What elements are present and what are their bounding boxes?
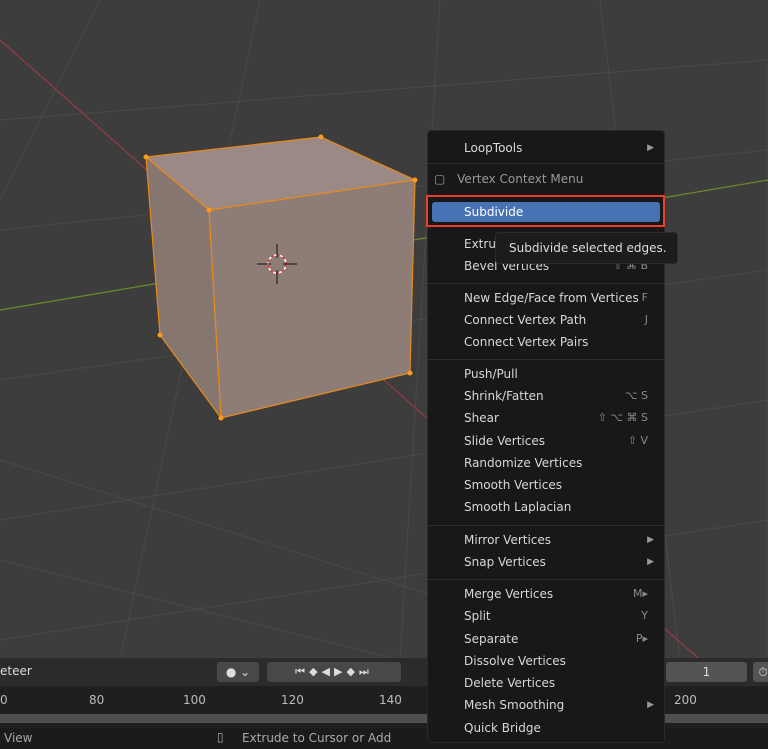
vertex-menu-icon: ▢ [434,172,450,186]
shortcut-hint: ⇧ ⌥ ⌘ S [597,411,648,424]
menu-item-label: Shrink/Fatten [464,389,544,403]
shortcut-hint: P▸ [635,632,648,645]
menu-item-label: New Edge/Face from Vertices [464,291,639,305]
menu-item[interactable]: Merge Vertices M▸ [464,584,654,604]
menu-item-label: Smooth Laplacian [464,500,572,514]
menu-item[interactable]: Snap Vertices ▶ [464,552,654,572]
submenu-arrow-icon: ▶ [647,700,654,710]
menu-item-label: Split [464,609,491,623]
menu-item[interactable]: New Edge/Face from Vertices F [464,288,654,308]
menu-item[interactable]: Smooth Laplacian [464,497,654,517]
menu-item-label: Shear [464,411,499,425]
menu-item-label: Connect Vertex Path [464,313,587,327]
annotation-box [426,195,665,227]
tick-label: 80 [89,693,105,707]
menu-item-label: Randomize Vertices [464,456,583,470]
submenu-arrow-icon: ▶ [647,557,654,567]
record-button[interactable]: ● ⌄ [217,662,259,682]
shortcut-hint: F [641,291,648,304]
status-hint: Extrude to Cursor or Add [242,731,392,745]
shortcut-hint: J [644,313,648,326]
menu-item[interactable]: Smooth Vertices [464,475,654,495]
shortcut-hint: M▸ [632,587,648,600]
menu-item-label: Delete Vertices [464,676,556,690]
tick-label: 140 [379,693,402,707]
menu-item[interactable]: Delete Vertices [464,673,654,693]
menu-item[interactable]: Mirror Vertices ▶ [464,530,654,550]
stopwatch-icon[interactable]: ⏱ [753,662,768,682]
menu-item-label: Dissolve Vertices [464,654,566,668]
menu-item[interactable]: Randomize Vertices [464,453,654,473]
menu-item[interactable]: Mesh Smoothing ▶ [464,695,654,715]
tick-label: 120 [281,693,304,707]
menu-item-label: Vertex Context Menu [457,172,584,186]
menu-item-label: Connect Vertex Pairs [464,335,589,349]
menu-item-label: Quick Bridge [464,721,541,735]
shortcut-hint: ⌥ S [624,389,648,402]
menu-item[interactable]: Connect Vertex Path J [464,310,654,330]
current-frame-field[interactable]: 1 [666,662,747,682]
playback-controls[interactable]: ⏮◆◀▶◆⏭ [267,662,401,682]
menu-item-label: Smooth Vertices [464,478,562,492]
menu-item-label: Separate [464,632,519,646]
menu-item[interactable]: Split Y [464,606,654,626]
menu-item[interactable]: Shrink/Fatten ⌥ S [464,386,654,406]
menu-item-label: LoopTools [464,141,523,155]
submenu-arrow-icon: ▶ [647,535,654,545]
tick-label: 200 [674,693,697,707]
menu-item-label: Merge Vertices [464,587,554,601]
tick-label: 100 [183,693,206,707]
status-left: View [4,731,33,745]
menu-item[interactable]: LoopTools ▶ [464,138,654,158]
menu-item-label: Slide Vertices [464,434,545,448]
tooltip: Subdivide selected edges. [495,232,678,264]
shortcut-hint: ⇧ V [627,434,648,447]
menu-item[interactable]: Connect Vertex Pairs [464,332,654,352]
shortcut-hint: Y [641,609,648,622]
tick-label: 0 [0,693,8,707]
menu-item-label: Push/Pull [464,367,518,381]
cube-mesh [143,134,418,421]
keying-menu[interactable]: eteer [0,664,32,678]
menu-item[interactable]: Separate P▸ [464,629,654,649]
menu-item-label: Mesh Smoothing [464,698,565,712]
menu-item[interactable]: Dissolve Vertices [464,651,654,671]
menu-item[interactable]: Push/Pull [464,364,654,384]
mouse-icon: ▯ [217,730,224,744]
menu-item[interactable]: Quick Bridge [464,718,654,738]
menu-item[interactable]: Shear ⇧ ⌥ ⌘ S [464,408,654,428]
menu-item-label: Mirror Vertices [464,533,552,547]
menu-item[interactable]: Slide Vertices ⇧ V [464,431,654,451]
menu-title: ▢ Vertex Context Menu [434,169,654,189]
submenu-arrow-icon: ▶ [647,143,654,153]
menu-item-label: Snap Vertices [464,555,546,569]
